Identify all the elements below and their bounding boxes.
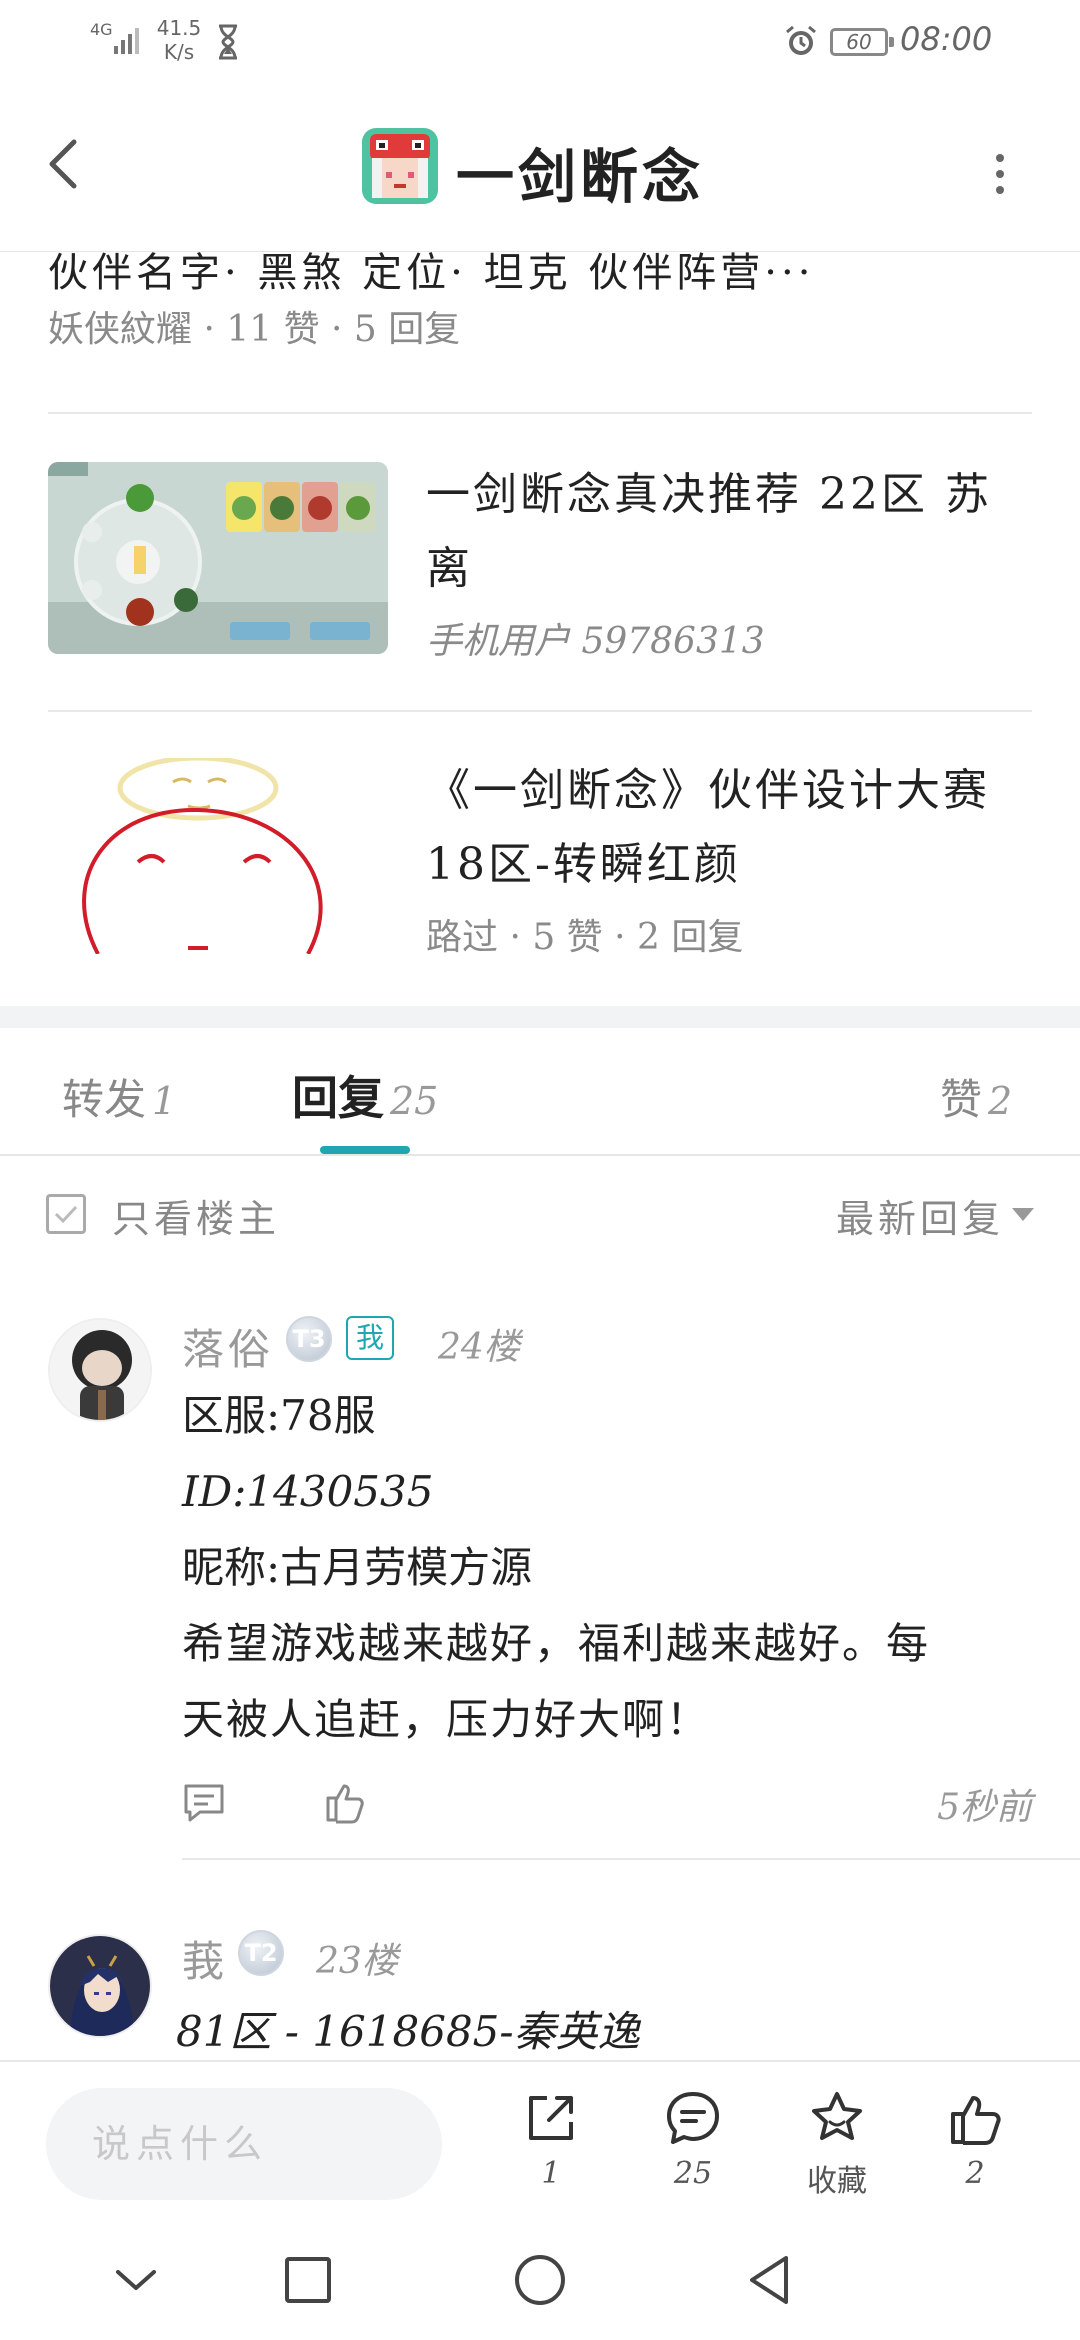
avatar[interactable] <box>48 1934 152 2038</box>
share-button[interactable]: 1 <box>496 2088 606 2191</box>
comment-line: 昵称:古月劳模方源 <box>182 1543 533 1592</box>
sort-dropdown[interactable]: 最新回复 <box>836 1188 1004 1243</box>
comment-author[interactable]: 莪 <box>182 1928 224 1989</box>
active-tab-indicator <box>320 1146 410 1154</box>
system-navigation-bar <box>0 2220 1080 2340</box>
comment-line: ID:1430535 <box>182 1467 434 1516</box>
game-logo-icon <box>362 128 438 204</box>
recent-apps-icon[interactable] <box>278 2250 338 2310</box>
related-post-meta-3: 路过 · 5 赞 · 2 回复 <box>426 917 744 958</box>
like-button[interactable]: 2 <box>920 2088 1030 2191</box>
comment-line: 希望游戏越来越好，福利越来越好。每 <box>182 1619 931 1668</box>
tab-forwards[interactable]: 转发 1 <box>62 1066 176 1127</box>
reply-tabs: 转发 1 回复 25 赞2 <box>0 1028 1080 1156</box>
chevron-down-icon[interactable] <box>106 2250 166 2310</box>
tab-replies[interactable]: 回复 25 <box>292 1062 438 1128</box>
network-type: 4G <box>90 20 113 39</box>
comment-input[interactable]: 说点什么 <box>46 2088 442 2200</box>
back-triangle-icon[interactable] <box>740 2250 800 2310</box>
divider <box>48 412 1032 414</box>
reply-icon[interactable] <box>180 1780 228 1828</box>
comment-time: 5秒前 <box>937 1787 1032 1828</box>
bottom-action-bar: 说点什么 1 25 收藏 2 <box>0 2060 1080 2220</box>
only-host-label[interactable]: 只看楼主 <box>112 1188 280 1243</box>
status-bar: 4G 41.5 K/s 60 08:00 <box>0 0 1080 84</box>
divider <box>182 1858 1080 1860</box>
comment-bubble-icon <box>667 2092 719 2144</box>
share-icon <box>529 2096 573 2140</box>
level-badge: T2 <box>238 1930 284 1976</box>
post-thumbnail-drawing[interactable] <box>48 758 388 954</box>
only-host-checkbox[interactable] <box>46 1194 86 1234</box>
related-post-title-2[interactable]: 一剑断念真决推荐 22区 苏离 <box>426 458 1036 606</box>
comment-count: 25 <box>673 2156 713 2191</box>
favorite-button[interactable]: 收藏 <box>782 2088 892 2200</box>
app-header: 一剑断念 <box>0 84 1080 252</box>
chevron-down-icon[interactable] <box>1012 1208 1034 1221</box>
tab-likes[interactable]: 赞2 <box>940 1066 1012 1127</box>
network-speed: 41.5 K/s <box>156 16 202 64</box>
avatar[interactable] <box>48 1318 152 1422</box>
section-separator <box>0 1006 1080 1028</box>
battery-icon: 60 <box>830 28 894 56</box>
comment-author[interactable]: 落俗 <box>182 1316 274 1377</box>
clock: 08:00 <box>900 20 993 58</box>
hourglass-icon <box>219 24 237 60</box>
more-options-icon[interactable] <box>980 144 1020 204</box>
comment-line: 天被人追赶，压力好大啊！ <box>182 1695 711 1744</box>
floor-number: 23楼 <box>316 1941 398 1982</box>
share-count: 1 <box>541 2156 561 2191</box>
post-thumbnail-game-screenshot[interactable] <box>48 462 388 654</box>
like-count: 2 <box>965 2156 985 2191</box>
related-post-meta-1: 妖侠紋耀 · 11 赞 · 5 回复 <box>48 309 461 350</box>
star-icon <box>812 2092 862 2140</box>
home-icon[interactable] <box>510 2250 570 2310</box>
check-icon <box>54 1205 78 1224</box>
related-post-title-1[interactable]: 伙伴名字· 黑煞 定位· 坦克 伙伴阵营··· <box>48 240 1048 290</box>
favorite-label: 收藏 <box>807 2164 867 2199</box>
thumbs-up-icon <box>951 2096 1001 2145</box>
alarm-icon <box>786 25 816 55</box>
like-icon[interactable] <box>322 1778 370 1826</box>
comments-button[interactable]: 25 <box>638 2088 748 2191</box>
comment-line: 区服:78服 <box>182 1391 376 1440</box>
level-badge: T3 <box>286 1316 332 1362</box>
signal-icon <box>114 28 139 54</box>
related-post-title-3[interactable]: 《一剑断念》伙伴设计大赛18区-转瞬红颜 <box>426 754 1036 902</box>
divider <box>48 710 1032 712</box>
back-arrow-icon[interactable] <box>40 134 90 194</box>
page-title: 一剑断念 <box>456 143 705 211</box>
related-post-meta-2: 手机用户 59786313 <box>426 621 765 662</box>
me-badge: 我 <box>346 1316 395 1360</box>
comment-line: 81区 - 1618685-秦英逸 <box>176 2007 640 2056</box>
floor-number: 24楼 <box>438 1327 520 1368</box>
